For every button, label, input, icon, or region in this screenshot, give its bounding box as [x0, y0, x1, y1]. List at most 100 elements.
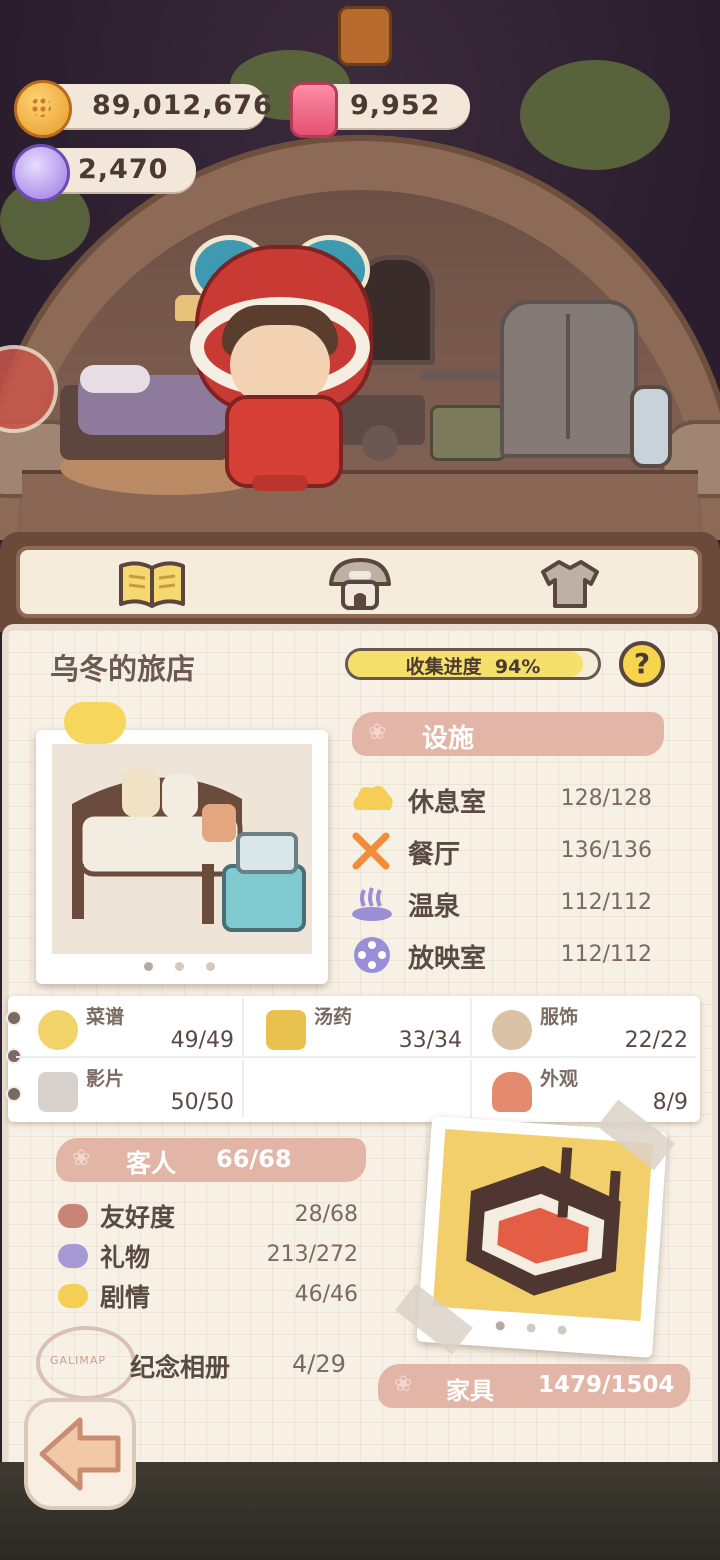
collection-grid: 菜谱 49/49 汤药 33/34 服饰 22/22 影片 50/50 外观 8…	[6, 996, 700, 1122]
furniture-label: 家具	[446, 1377, 494, 1405]
collection-label: 菜谱	[86, 1006, 125, 1028]
furniture-button[interactable]: ❀ 家具 1479/1504	[378, 1364, 690, 1408]
facility-count: 112/112	[560, 890, 652, 915]
canopy-bed-illustration	[466, 1147, 621, 1296]
tab-guide-book[interactable]	[112, 552, 192, 616]
furniture-photo	[52, 744, 312, 954]
back-arrow-icon	[39, 1417, 121, 1491]
facility-row[interactable]: 休息室 128/128	[350, 778, 660, 822]
memorial-album[interactable]: GALIMAP 纪念相册 4/29	[36, 1326, 366, 1400]
facility-label: 餐厅	[408, 840, 461, 870]
facilities-header: ❀ 设施	[352, 712, 664, 756]
film-projector-icon	[38, 1072, 78, 1112]
stamp-icon: GALIMAP	[36, 1326, 136, 1400]
guest-stat-count: 46/46	[294, 1282, 358, 1307]
house-icon	[492, 1072, 532, 1112]
facility-label: 温泉	[408, 892, 461, 922]
mushroom-hotel-icon	[329, 558, 391, 610]
collection-costumes[interactable]: 服饰 22/22	[470, 998, 696, 1058]
back-button[interactable]	[24, 1398, 136, 1510]
facility-count: 112/112	[560, 942, 652, 967]
coin-value: 89,012,676	[92, 90, 273, 121]
guest-stat-label: 友好度	[100, 1203, 176, 1232]
coin-icon	[14, 80, 72, 138]
shirt-icon	[541, 560, 599, 608]
inn-title: 乌冬的旅店	[50, 652, 196, 686]
potion-jar-icon	[266, 1010, 306, 1050]
carousel-dots	[144, 962, 215, 971]
progress-text: 收集进度 94%	[348, 652, 598, 678]
tab-bar	[0, 532, 720, 632]
room-scene	[0, 0, 720, 540]
wardrobe[interactable]	[500, 300, 638, 458]
heart-icon	[58, 1284, 88, 1308]
mirror[interactable]	[630, 385, 672, 468]
tab-hotel[interactable]	[320, 552, 400, 616]
fork-knife-icon	[352, 832, 390, 870]
collection-count: 22/22	[624, 1028, 688, 1053]
favorite-heart-badge	[64, 702, 126, 744]
progress-value: 94%	[494, 656, 541, 678]
guest-stat-label: 礼物	[100, 1243, 151, 1272]
collection-count: 50/50	[170, 1090, 234, 1115]
cloud-icon	[353, 786, 393, 810]
facility-count: 136/136	[560, 838, 652, 863]
gem-value: 2,470	[78, 154, 169, 185]
candle-value: 9,952	[350, 90, 441, 121]
paw-icon: ❀	[72, 1146, 91, 1171]
leaf-cluster	[520, 60, 670, 170]
guest-stat-count: 28/68	[294, 1202, 358, 1227]
facility-count: 128/128	[560, 786, 652, 811]
guest-stat-row[interactable]: 剧情 46/46	[58, 1278, 358, 1314]
paw-icon: ❀	[368, 720, 387, 745]
facilities-header-label: 设施	[422, 724, 475, 754]
collection-count: 8/9	[652, 1090, 688, 1115]
tab-outfit[interactable]	[530, 552, 610, 616]
film-reel-icon	[354, 937, 390, 973]
furniture-count: 1479/1504	[538, 1372, 675, 1398]
collection-label: 服饰	[540, 1006, 579, 1028]
heart-icon	[58, 1204, 88, 1228]
carousel-dots	[495, 1320, 567, 1335]
sofa-bed-illustration	[72, 769, 306, 932]
collection-label: 汤药	[314, 1006, 353, 1028]
collection-count: 49/49	[170, 1028, 234, 1053]
treasure-chest[interactable]	[430, 405, 506, 461]
guests-header-label: 客人	[126, 1149, 177, 1178]
dish-icon	[38, 1010, 78, 1050]
costume-icon	[492, 1010, 532, 1050]
gem-icon	[12, 144, 70, 202]
help-button[interactable]: ?	[619, 641, 665, 687]
collection-films[interactable]: 影片 50/50	[16, 1060, 244, 1118]
hot-spring-icon	[352, 887, 392, 921]
collection-label: 外观	[540, 1068, 579, 1090]
guests-header[interactable]: ❀ 客人 66/68	[56, 1138, 366, 1182]
facility-label: 放映室	[408, 944, 487, 974]
collection-progress-bar: 收集进度 94%	[345, 648, 601, 680]
album-count: 4/29	[292, 1350, 346, 1378]
stamp-text: GALIMAP	[50, 1354, 107, 1367]
collection-appearance[interactable]: 外观 8/9	[470, 1060, 696, 1118]
heart-icon	[58, 1244, 88, 1268]
collection-empty-slot	[244, 1060, 472, 1118]
collection-count: 33/34	[398, 1028, 462, 1053]
candle-icon	[290, 82, 338, 138]
progress-label: 收集进度	[405, 656, 482, 678]
guest-stat-row[interactable]: 礼物 213/272	[58, 1238, 358, 1274]
facility-row[interactable]: 放映室 112/112	[350, 934, 660, 978]
player-character[interactable]	[190, 235, 373, 495]
collection-label: 影片	[86, 1068, 125, 1090]
guest-stat-row[interactable]: 友好度 28/68	[58, 1198, 358, 1234]
facility-row[interactable]: 温泉 112/112	[350, 882, 660, 926]
album-label: 纪念相册	[130, 1353, 231, 1382]
open-book-icon	[119, 561, 185, 608]
facility-label: 休息室	[408, 788, 487, 818]
featured-furniture-card[interactable]	[36, 730, 328, 984]
tiger-decoration	[338, 6, 392, 66]
facility-row[interactable]: 餐厅 136/136	[350, 830, 660, 874]
guest-stat-count: 213/272	[266, 1242, 358, 1267]
collection-recipes[interactable]: 菜谱 49/49	[16, 998, 244, 1058]
guest-stat-label: 剧情	[100, 1283, 151, 1312]
collection-potions[interactable]: 汤药 33/34	[244, 998, 472, 1058]
paw-icon: ❀	[394, 1372, 413, 1397]
